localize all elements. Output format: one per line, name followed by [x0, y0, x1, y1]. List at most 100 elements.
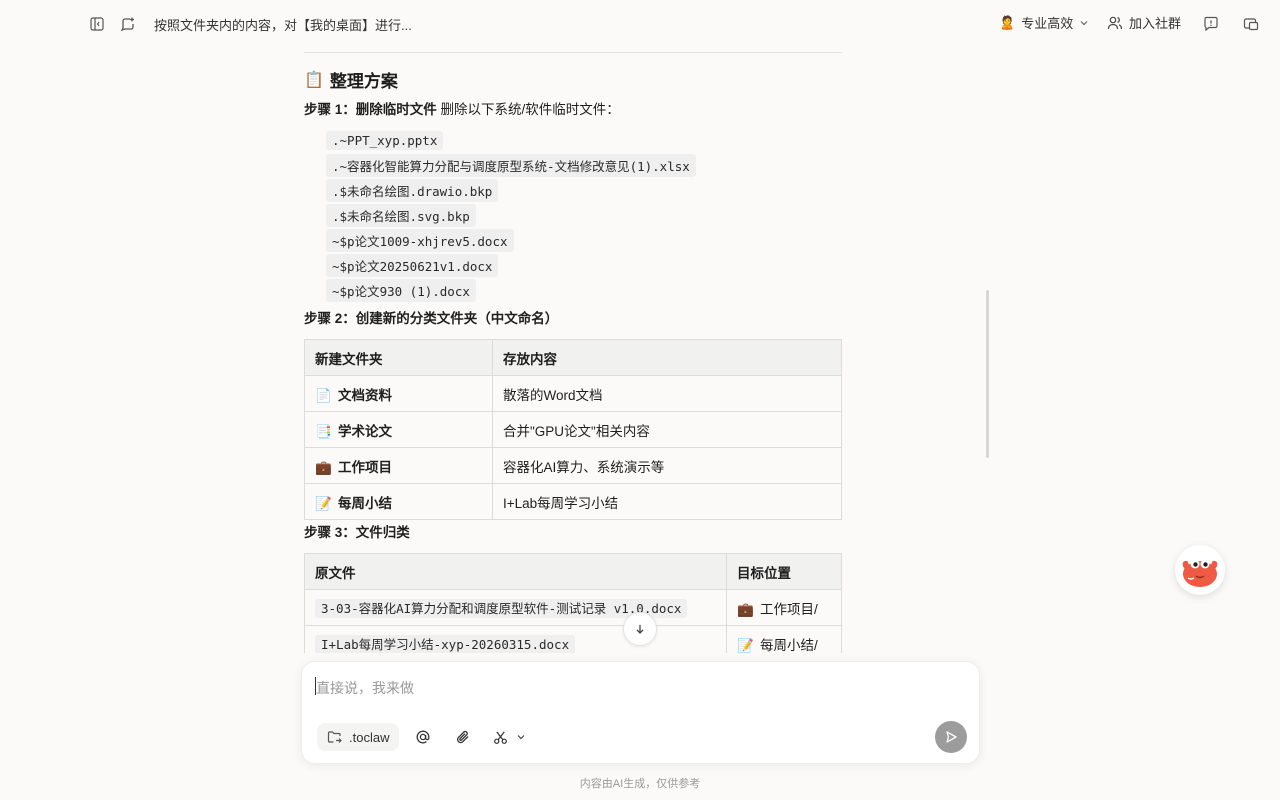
ai-disclaimer: 内容由AI生成，仅供参考 [579, 778, 701, 790]
file-name: I+Lab每周学习小结-xyp-20260315.docx [315, 635, 576, 653]
attach-button[interactable] [454, 728, 472, 746]
tools-dropdown[interactable] [512, 728, 530, 746]
memo-icon: 📝 [737, 637, 754, 653]
file-name: .$未命名绘图.svg.bkp [326, 204, 476, 227]
paperclip-icon [456, 730, 469, 744]
chat-input[interactable]: 直接说，我来做 [316, 678, 414, 698]
list-item: .$未命名绘图.svg.bkp [326, 203, 842, 228]
target-folder: 工作项目/ [760, 601, 818, 617]
divider [304, 52, 842, 53]
table-row: 📄 文档资料 散落的Word文档 [304, 375, 842, 412]
list-item: ~$p论文930 (1).docx [326, 278, 842, 303]
feedback-icon[interactable] [1201, 14, 1221, 34]
tools-button[interactable] [491, 728, 509, 746]
table-header-row: 原文件 目标位置 [304, 553, 842, 590]
memo-icon: 📝 [315, 495, 332, 511]
list-item: ~$p论文20250621v1.docx [326, 253, 842, 278]
workspace-chip[interactable]: .toclaw [317, 723, 400, 751]
folder-content: 合并"GPU论文"相关内容 [492, 411, 842, 448]
file-name: ~$p论文20250621v1.docx [326, 254, 499, 277]
folder-name: 工作项目 [338, 459, 392, 475]
scroll-to-bottom-button[interactable] [623, 612, 657, 646]
new-chat-icon[interactable] [118, 14, 138, 34]
folder-content: I+Lab每周学习小结 [492, 483, 842, 520]
step-3: 步骤 3：文件归类 [304, 523, 842, 543]
file-name: .$未命名绘图.drawio.bkp [326, 179, 499, 202]
table-row: 3-03-容器化AI算力分配和调度原型软件-测试记录 v1.0.docx 💼 工作… [304, 589, 842, 626]
folder-cell: 💼 工作项目 [304, 447, 493, 484]
column-header: 存放内容 [492, 339, 842, 376]
folder-name: 每周小结 [338, 495, 392, 511]
section-title: 整理方案 [329, 72, 398, 91]
list-item: ~$p论文1009-xhjrev5.docx [326, 228, 842, 253]
table-row: 📑 学术论文 合并"GPU论文"相关内容 [304, 411, 842, 448]
list-item: .~容器化智能算力分配与调度原型系统-文档修改意见(1).xlsx [326, 153, 842, 178]
classify-table: 原文件 目标位置 3-03-容器化AI算力分配和调度原型软件-测试记录 v1.0… [304, 553, 842, 653]
file-name: .~PPT_xyp.pptx [326, 131, 444, 150]
target-cell: 📝 每周小结/ [726, 625, 842, 653]
step-1-desc: 删除以下系统/软件临时文件： [436, 102, 620, 117]
crab-mascot-icon [1182, 559, 1218, 587]
file-name: ~$p论文930 (1).docx [326, 279, 476, 302]
folder-content: 容器化AI算力、系统演示等 [492, 447, 842, 484]
column-header: 原文件 [304, 553, 727, 590]
window-icon[interactable] [1241, 14, 1261, 34]
at-sign-icon [416, 730, 430, 744]
send-icon [946, 731, 957, 743]
mode-avatar-icon: 🙎 [999, 14, 1016, 30]
table-row: 📝 每周小结 I+Lab每周学习小结 [304, 483, 842, 520]
chevron-down-icon [517, 735, 525, 740]
temp-file-list: .~PPT_xyp.pptx .~容器化智能算力分配与调度原型系统-文档修改意见… [326, 128, 842, 303]
source-file-cell: I+Lab每周学习小结-xyp-20260315.docx [304, 625, 727, 653]
briefcase-icon: 💼 [737, 601, 754, 617]
people-icon [1107, 16, 1123, 29]
top-bar: 按照文件夹内的内容，对【我的桌面】进行... 🙎 专业高效 加入社群 [0, 0, 1280, 48]
scrollbar[interactable] [986, 290, 989, 458]
step-1: 步骤 1：删除临时文件 删除以下系统/软件临时文件： [304, 100, 842, 120]
folders-table: 新建文件夹 存放内容 📄 文档资料 散落的Word文档 📑 学术论文 合并"GPU论… [304, 339, 842, 520]
folder-cell: 📝 每周小结 [304, 483, 493, 520]
step-2: 步骤 2：创建新的分类文件夹（中文命名） [304, 309, 842, 329]
column-header: 目标位置 [726, 553, 842, 590]
step-2-label: 步骤 2：创建新的分类文件夹（中文命名） [304, 311, 559, 326]
source-file-cell: 3-03-容器化AI算力分配和调度原型软件-测试记录 v1.0.docx [304, 589, 727, 626]
clipboard-icon: 📋 [304, 71, 324, 89]
conversation-title: 按照文件夹内的内容，对【我的桌面】进行... [154, 18, 412, 33]
briefcase-icon: 💼 [315, 459, 332, 475]
column-header: 新建文件夹 [304, 339, 493, 376]
list-item: .$未命名绘图.drawio.bkp [326, 178, 842, 203]
send-button[interactable] [935, 721, 967, 753]
mascot-assistant-button[interactable] [1175, 545, 1225, 595]
folder-name: 学术论文 [338, 423, 392, 439]
scissors-icon [493, 730, 507, 744]
mode-label: 专业高效 [1021, 16, 1074, 31]
folder-cell: 📑 学术论文 [304, 411, 493, 448]
join-community-button[interactable]: 加入社群 [1107, 13, 1181, 32]
document-icon: 📄 [315, 387, 332, 403]
arrow-down-icon [636, 625, 644, 634]
folder-name: 文档资料 [338, 387, 392, 403]
bookmark-document-icon: 📑 [315, 423, 332, 439]
target-folder: 每周小结/ [760, 637, 818, 653]
step-1-label: 步骤 1：删除临时文件 [304, 102, 437, 117]
workspace-chip-label: .toclaw [349, 729, 390, 745]
table-header-row: 新建文件夹 存放内容 [304, 339, 842, 376]
folder-cell: 📄 文档资料 [304, 375, 493, 412]
file-name: .~容器化智能算力分配与调度原型系统-文档修改意见(1).xlsx [326, 154, 696, 177]
mention-button[interactable] [414, 728, 432, 746]
table-row: I+Lab每周学习小结-xyp-20260315.docx 📝 每周小结/ [304, 625, 842, 653]
folder-content: 散落的Word文档 [492, 375, 842, 412]
table-row: 💼 工作项目 容器化AI算力、系统演示等 [304, 447, 842, 484]
folder-sync-icon [327, 731, 342, 743]
chevron-down-icon [1080, 20, 1088, 25]
chat-input-box: 直接说，我来做 .toclaw [301, 661, 980, 764]
target-cell: 💼 工作项目/ [726, 589, 842, 626]
list-item: .~PPT_xyp.pptx [326, 128, 842, 153]
mode-selector[interactable]: 🙎 专业高效 [999, 13, 1089, 32]
step-3-label: 步骤 3：文件归类 [304, 525, 410, 540]
file-name: ~$p论文1009-xhjrev5.docx [326, 229, 514, 252]
section-heading: 📋 整理方案 [304, 67, 842, 92]
sidebar-toggle-icon[interactable] [87, 14, 107, 34]
message-content: 📋 整理方案 步骤 1：删除临时文件 删除以下系统/软件临时文件： .~PPT_… [304, 52, 842, 653]
join-community-label: 加入社群 [1129, 16, 1182, 31]
